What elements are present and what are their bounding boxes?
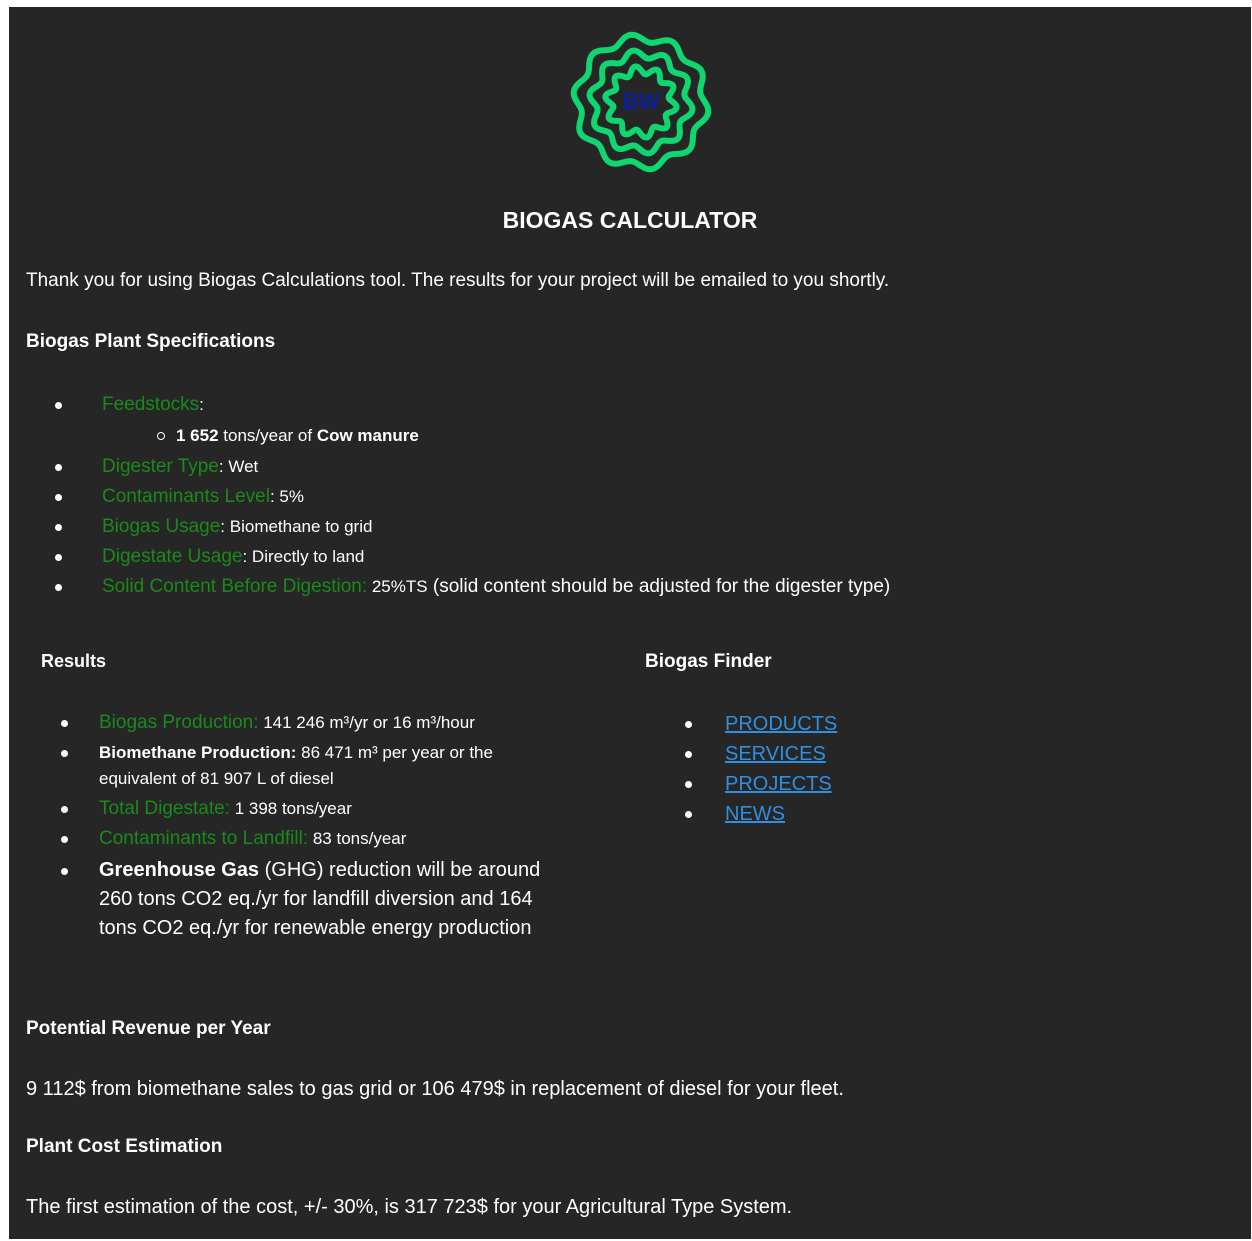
biogas-production-label: Biogas Production: — [99, 712, 259, 733]
spec-feedstocks: Feedstocks: — [26, 390, 890, 420]
biomethane-diesel-equivalent: equivalent of 81 907 L of diesel — [99, 769, 334, 788]
biogas-production-value: 141 246 m³/yr or 16 m³/hour — [258, 713, 475, 732]
result-contaminants-landfill: Contaminants to Landfill: 83 tons/year — [41, 826, 601, 852]
page-title: BIOGAS CALCULATOR — [502, 207, 758, 233]
finder-item-projects: PROJECTS — [680, 769, 837, 799]
feedstock-name: Cow manure — [316, 426, 419, 445]
spec-feedstock-item: 1 652 tons/year of Cow manure — [26, 420, 890, 452]
ghg-line-1: (GHG) reduction will be around — [259, 859, 541, 881]
spec-digester: Digester Type: Wet — [26, 452, 890, 482]
solid-content-note: (solid content should be adjusted for th… — [427, 576, 891, 597]
contaminants-landfill-value: 83 tons/year — [308, 829, 407, 848]
biogas-usage-label: Biogas Usage — [102, 516, 221, 537]
result-biogas-production: Biogas Production: 141 246 m³/yr or 16 m… — [41, 710, 601, 736]
spec-solid-content: Solid Content Before Digestion: 25%TS (s… — [26, 572, 890, 602]
ghg-line-2: 260 tons CO2 eq./yr for landfill diversi… — [99, 888, 533, 910]
specs-list: Feedstocks: 1 652 tons/year of Cow manur… — [26, 390, 890, 602]
revenue-heading: Potential Revenue per Year — [26, 1018, 271, 1039]
logo-initials: BW — [622, 89, 660, 114]
ghg-label: Greenhouse Gas — [99, 859, 260, 881]
email-body: BW BIOGAS CALCULATOR Thank you for using… — [9, 7, 1251, 1239]
solid-content-value: 25%TS — [367, 577, 428, 596]
biogas-usage-value: : Biomethane to grid — [220, 517, 373, 536]
biomethane-production-value: 86 471 m³ per year or the — [296, 743, 493, 762]
finder-links: PRODUCTS SERVICES PROJECTS NEWS — [680, 709, 837, 829]
spec-contaminants: Contaminants Level: 5% — [26, 482, 890, 512]
result-biomethane-production: Biomethane Production: 86 471 m³ per yea… — [41, 740, 601, 792]
news-link[interactable]: NEWS — [725, 803, 785, 825]
result-total-digestate: Total Digestate: 1 398 tons/year — [41, 796, 601, 822]
total-digestate-value: 1 398 tons/year — [229, 799, 352, 818]
results-heading: Results — [41, 651, 107, 671]
finder-item-services: SERVICES — [680, 739, 837, 769]
services-link[interactable]: SERVICES — [725, 743, 826, 765]
digestate-usage-label: Digestate Usage — [102, 546, 243, 567]
bw-logo: BW — [568, 29, 714, 175]
projects-link[interactable]: PROJECTS — [725, 773, 832, 795]
contaminants-label: Contaminants Level — [102, 486, 270, 507]
biomethane-production-label: Biomethane Production: — [99, 743, 297, 762]
finder-item-products: PRODUCTS — [680, 709, 837, 739]
results-list: Biogas Production: 141 246 m³/yr or 16 m… — [41, 710, 601, 947]
total-digestate-label: Total Digestate: — [99, 798, 230, 819]
specs-heading: Biogas Plant Specifications — [26, 331, 276, 352]
solid-content-label: Solid Content Before Digestion: — [102, 576, 368, 597]
products-link[interactable]: PRODUCTS — [725, 713, 837, 735]
cost-heading: Plant Cost Estimation — [26, 1136, 223, 1157]
spec-digestate-usage: Digestate Usage: Directly to land — [26, 542, 890, 572]
contaminants-value: : 5% — [269, 487, 304, 506]
feedstock-unit: tons/year of — [218, 426, 317, 445]
finder-item-news: NEWS — [680, 799, 837, 829]
feedstocks-colon: : — [199, 395, 204, 414]
digester-label: Digester Type — [102, 456, 219, 477]
contaminants-landfill-label: Contaminants to Landfill: — [99, 828, 309, 849]
ghg-line-3: tons CO2 eq./yr for renewable energy pro… — [99, 917, 532, 939]
finder-heading: Biogas Finder — [645, 651, 772, 672]
digestate-usage-value: : Directly to land — [242, 547, 365, 566]
cost-text: The first estimation of the cost, +/- 30… — [26, 1196, 793, 1218]
revenue-text: 9 112$ from biomethane sales to gas grid… — [26, 1078, 844, 1100]
intro-text: Thank you for using Biogas Calculations … — [26, 270, 890, 291]
digester-value: : Wet — [218, 457, 259, 476]
feedstock-amount: 1 652 — [176, 426, 219, 445]
spec-biogas-usage: Biogas Usage: Biomethane to grid — [26, 512, 890, 542]
feedstocks-label: Feedstocks — [102, 394, 200, 415]
result-ghg-reduction: Greenhouse Gas (GHG) reduction will be a… — [41, 856, 601, 943]
